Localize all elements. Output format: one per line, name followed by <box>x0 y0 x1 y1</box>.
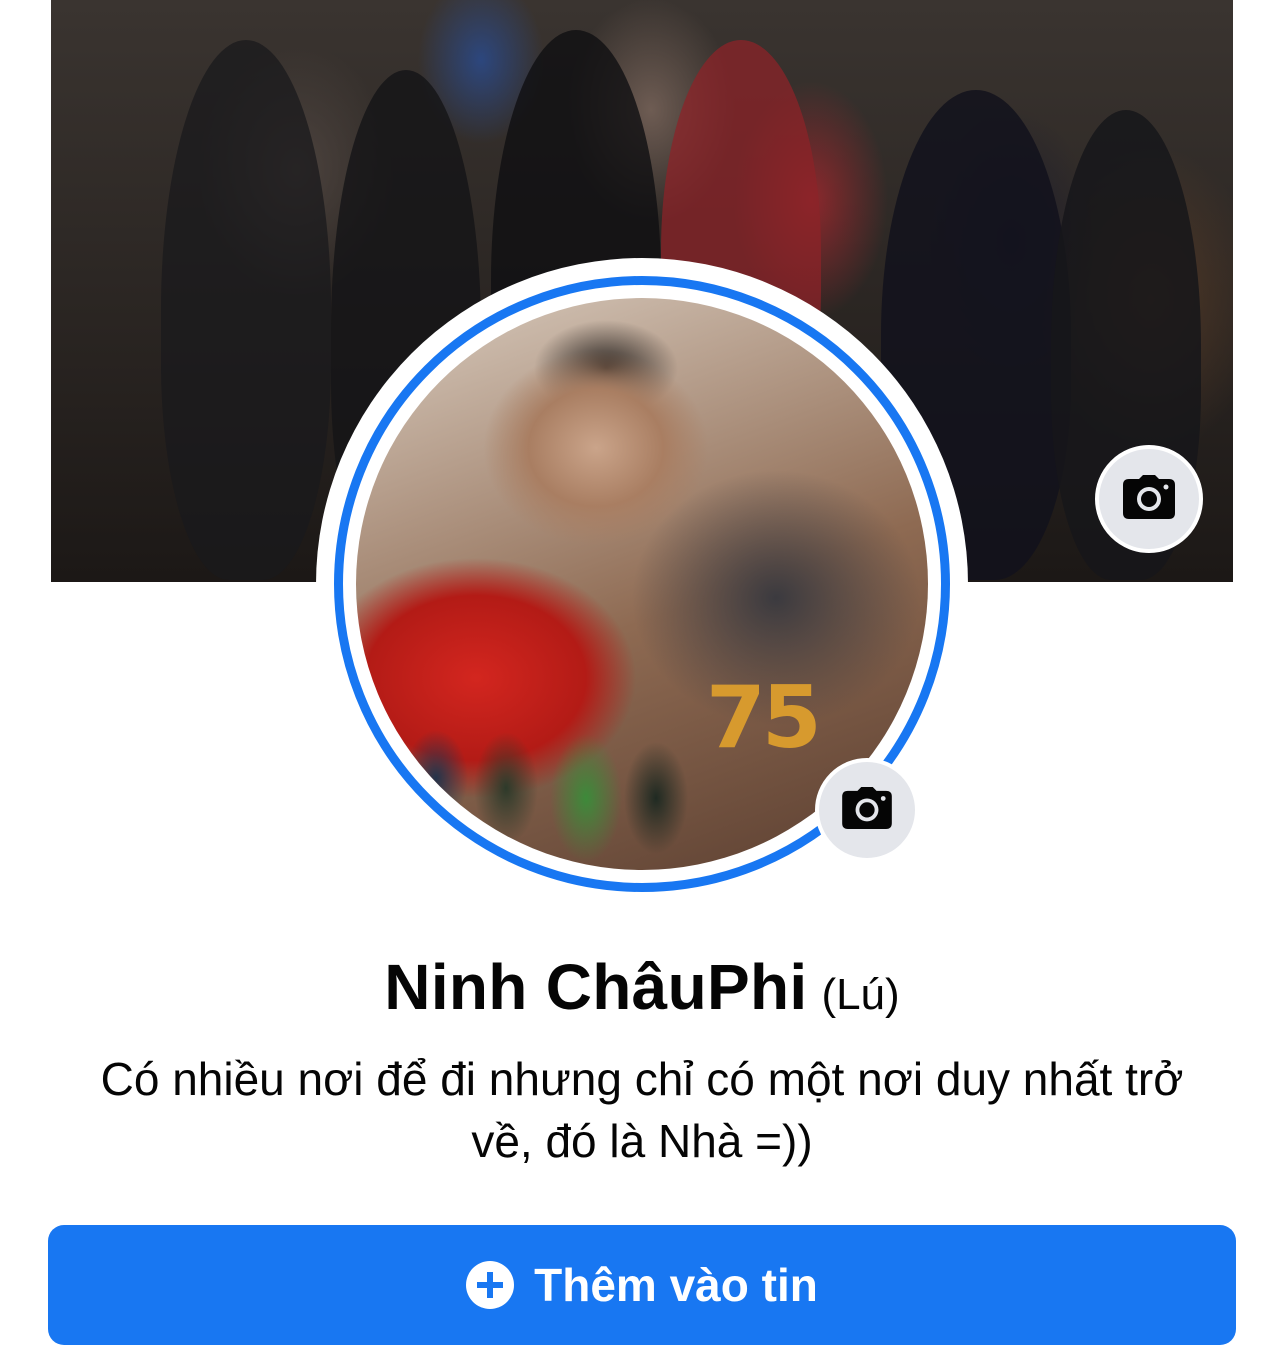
add-to-story-button[interactable]: Thêm vào tin <box>48 1225 1236 1345</box>
edit-cover-photo-button[interactable] <box>1095 445 1203 553</box>
plus-circle-icon <box>466 1261 515 1309</box>
cover-figure <box>161 40 331 580</box>
profile-alternate-name: (Lú) <box>821 970 900 1019</box>
edit-profile-picture-button[interactable] <box>815 758 919 862</box>
avatar-overlay-text: 75 <box>706 668 822 768</box>
camera-icon <box>1123 474 1175 524</box>
profile-name: Ninh ChâuPhi <box>384 951 808 1023</box>
profile-name-block: Ninh ChâuPhi (Lú) <box>0 950 1284 1024</box>
avatar-illustration <box>396 658 696 870</box>
camera-icon <box>842 786 892 834</box>
add-to-story-label: Thêm vào tin <box>534 1259 818 1311</box>
profile-bio: Có nhiều nơi để đi nhưng chỉ có một nơi … <box>100 1053 1184 1167</box>
